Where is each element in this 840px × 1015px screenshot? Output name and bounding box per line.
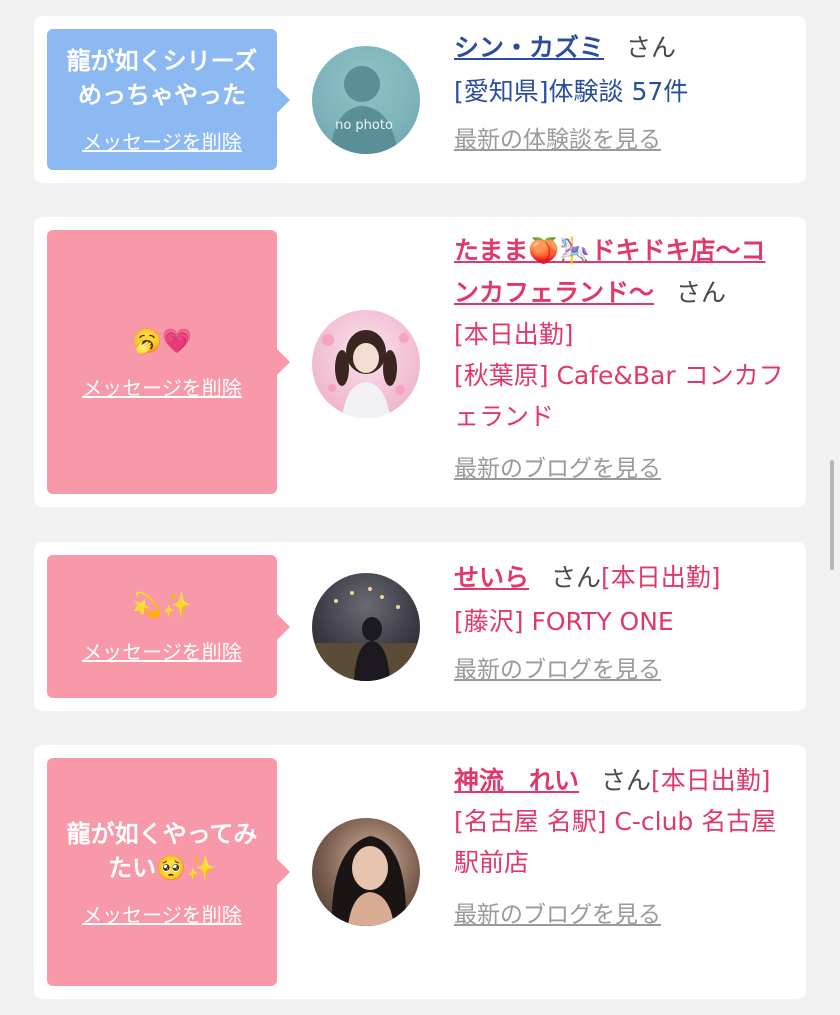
avatar[interactable] <box>312 310 420 418</box>
message-card: 💫✨ メッセージを削除 せいら さん[本日出勤] [藤沢] FORTY ONE 最… <box>34 542 806 711</box>
message-text: 🥱💗 <box>132 326 192 355</box>
profile-name-link[interactable]: せいら <box>454 563 529 592</box>
latest-blog-link[interactable]: 最新のブログを見る <box>454 895 786 936</box>
profile-detail: [愛知県]体験談 57件 <box>454 77 689 106</box>
message-card: 龍が如くシリーズめっちゃやった メッセージを削除 no photo シン・カズミ… <box>34 16 806 183</box>
latest-blog-link[interactable]: 最新のブログを見る <box>454 650 786 691</box>
message-bubble: 龍が如くやってみたい🥺✨ メッセージを削除 <box>47 758 290 986</box>
work-status: [本日出勤] <box>601 563 721 592</box>
message-bubble: 💫✨ メッセージを削除 <box>47 555 290 698</box>
profile-name-link[interactable]: 神流 れい <box>454 766 579 795</box>
scrollbar[interactable] <box>830 460 834 570</box>
message-card: 🥱💗 メッセージを削除 たまま🍑🎠ドキドキ店〜コンカフェランド〜 さん [本日出勤… <box>34 217 806 507</box>
work-status: [本日出勤] <box>651 766 771 795</box>
profile-info: 神流 れい さん[本日出勤] [名古屋 名駅] C-club 名古屋駅前店 最新の… <box>454 760 786 936</box>
profile-info: シン・カズミ さん [愛知県]体験談 57件 最新の体験談を見る <box>454 27 786 161</box>
message-text: 龍が如くシリーズめっちゃやった <box>66 47 258 109</box>
profile-detail: [秋葉原] Cafe&Bar コンカフェランド <box>454 361 784 431</box>
profile-name-link[interactable]: シン・カズミ <box>454 33 604 62</box>
avatar[interactable] <box>312 573 420 681</box>
profile-info: たまま🍑🎠ドキドキ店〜コンカフェランド〜 さん [本日出勤] [秋葉原] Cafe… <box>454 230 786 490</box>
latest-reviews-link[interactable]: 最新の体験談を見る <box>454 120 786 161</box>
honorific: さん <box>551 563 602 592</box>
person-silhouette-icon: no photo <box>330 66 398 154</box>
delete-message-link[interactable]: メッセージを削除 <box>82 636 242 665</box>
honorific: さん <box>626 33 677 62</box>
message-text: 龍が如くやってみたい🥺✨ <box>66 819 258 882</box>
profile-detail: [藤沢] FORTY ONE <box>454 607 674 636</box>
delete-message-link[interactable]: メッセージを削除 <box>82 899 242 928</box>
work-status: [本日出勤] <box>454 320 574 349</box>
profile-detail: [名古屋 名駅] C-club 名古屋駅前店 <box>454 807 777 877</box>
profile-photo <box>312 587 420 681</box>
profile-info: せいら さん[本日出勤] [藤沢] FORTY ONE 最新のブログを見る <box>454 557 786 691</box>
message-bubble: 龍が如くシリーズめっちゃやった メッセージを削除 <box>47 29 290 170</box>
no-photo-label: no photo <box>335 118 393 133</box>
message-card: 龍が如くやってみたい🥺✨ メッセージを削除 神流 れい さん[本日出勤] [名古屋… <box>34 745 806 999</box>
message-text: 💫✨ <box>132 591 192 619</box>
honorific: さん <box>601 766 652 795</box>
profile-photo <box>331 836 407 926</box>
honorific: さん <box>676 278 727 307</box>
avatar[interactable]: no photo <box>312 46 420 154</box>
message-bubble: 🥱💗 メッセージを削除 <box>47 230 290 494</box>
delete-message-link[interactable]: メッセージを削除 <box>82 126 242 155</box>
delete-message-link[interactable]: メッセージを削除 <box>82 372 242 401</box>
avatar[interactable] <box>312 818 420 926</box>
profile-photo <box>322 330 409 418</box>
latest-blog-link[interactable]: 最新のブログを見る <box>454 449 786 490</box>
